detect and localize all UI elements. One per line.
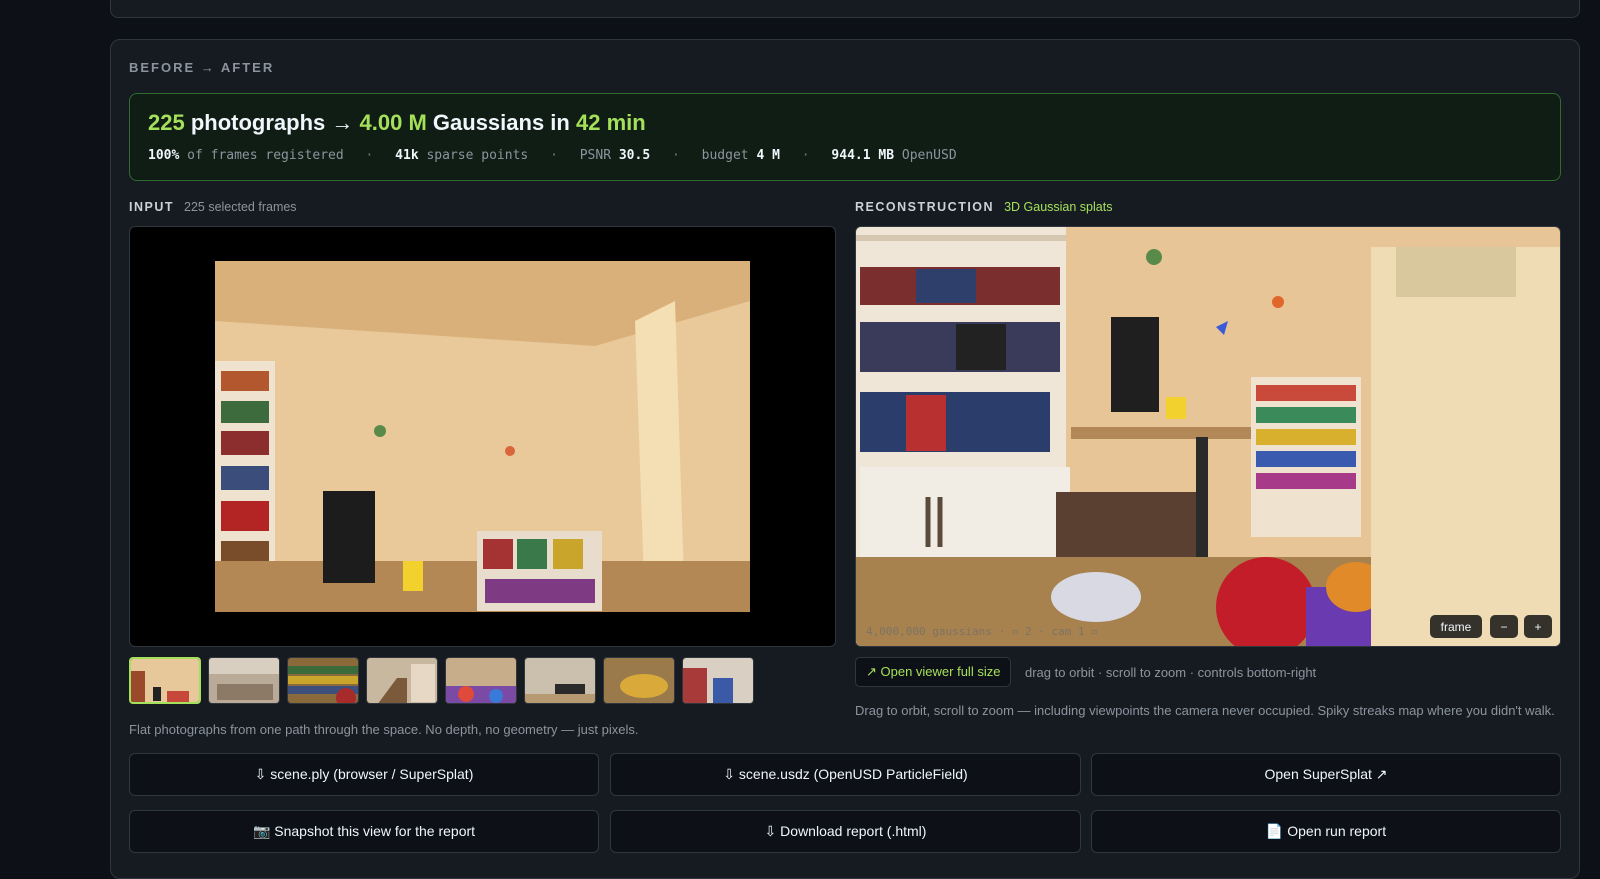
thumbnail-strip — [129, 657, 754, 704]
thumbnail[interactable] — [366, 657, 438, 704]
download-ply-button[interactable]: ⇩ scene.ply (browser / SuperSplat) — [129, 753, 599, 796]
thumbnail-image — [131, 659, 199, 702]
thumbnail-image — [683, 658, 753, 703]
registered-value: 100% — [148, 148, 180, 163]
reconstruction-title: RECONSTRUCTION — [855, 200, 995, 214]
frame-button[interactable]: frame — [1430, 615, 1482, 638]
reconstruction-sublabel: 3D Gaussian splats — [1004, 200, 1113, 214]
reconstruction-caption: Drag to orbit, scroll to zoom — includin… — [855, 703, 1555, 718]
thumbnail[interactable] — [208, 657, 280, 704]
stat-separator: · — [672, 148, 680, 163]
points-value: 41k — [395, 148, 419, 163]
section-label: BEFORE → AFTER — [129, 60, 275, 75]
thumbnail-image — [288, 658, 358, 703]
room-photo-image — [215, 261, 750, 612]
input-photo — [215, 261, 750, 612]
stat-separator: · — [550, 148, 558, 163]
input-title: INPUT — [129, 200, 174, 214]
summary-stats: 100% of frames registered · 41k sparse p… — [148, 148, 957, 163]
psnr-value: 30.5 — [618, 148, 651, 163]
zoom-in-button[interactable]: + — [1524, 615, 1552, 638]
open-supersplat-button[interactable]: Open SuperSplat ↗ — [1091, 753, 1561, 796]
size-label: OpenUSD — [901, 148, 957, 163]
thumbnail[interactable] — [129, 657, 201, 704]
points-label: sparse points — [426, 148, 529, 163]
gaussians-count: 4.00 M — [359, 110, 427, 135]
thumbnail[interactable] — [682, 657, 754, 704]
budget-value: 4 M — [756, 148, 780, 163]
photos-word: photographs → — [190, 110, 354, 135]
registered-label: of frames registered — [187, 148, 344, 163]
input-label: INPUT 225 selected frames — [129, 200, 297, 214]
thumbnail-image — [525, 658, 595, 703]
snapshot-button[interactable]: 📷 Snapshot this view for the report — [129, 810, 599, 853]
input-sublabel: 225 selected frames — [184, 200, 297, 214]
budget-label: budget — [701, 148, 749, 163]
previous-card — [110, 0, 1580, 18]
gaussians-word: Gaussians in — [432, 110, 570, 135]
photos-count: 225 — [148, 110, 185, 135]
thumbnail[interactable] — [445, 657, 517, 704]
stat-separator: · — [801, 148, 810, 163]
summary-banner: 225 photographs → 4.00 M Gaussians in 42… — [129, 93, 1561, 181]
viewer-stats-overlay: 4,000,000 gaussians · ▫ 2 · cam 1 ▫ — [866, 625, 1098, 638]
thumbnail-image — [209, 658, 279, 703]
download-usdz-button[interactable]: ⇩ scene.usdz (OpenUSD ParticleField) — [610, 753, 1081, 796]
thumbnail-image — [367, 658, 437, 703]
viewer-hint: drag to orbit · scroll to zoom · control… — [1025, 665, 1317, 680]
splat-render-image — [856, 227, 1560, 646]
size-value: 944.1 MB — [831, 148, 895, 163]
thumbnail[interactable] — [524, 657, 596, 704]
zoom-out-button[interactable]: − — [1490, 615, 1518, 638]
thumbnail-image — [604, 658, 674, 703]
download-report-button[interactable]: ⇩ Download report (.html) — [610, 810, 1081, 853]
input-frame-viewer — [129, 226, 836, 647]
open-run-report-button[interactable]: 📄 Open run report — [1091, 810, 1561, 853]
reconstruction-label: RECONSTRUCTION 3D Gaussian splats — [855, 200, 1112, 214]
thumbnail[interactable] — [603, 657, 675, 704]
open-viewer-button[interactable]: ↗ Open viewer full size — [855, 657, 1012, 687]
duration: 42 min — [575, 110, 646, 135]
summary-headline: 225 photographs → 4.00 M Gaussians in 42… — [148, 110, 646, 136]
thumbnail[interactable] — [287, 657, 359, 704]
thumbnail-image — [446, 658, 516, 703]
psnr-label: PSNR — [579, 148, 612, 163]
input-caption: Flat photographs from one path through t… — [129, 722, 639, 737]
splat-viewer[interactable]: 4,000,000 gaussians · ▫ 2 · cam 1 ▫ fram… — [855, 226, 1561, 647]
stat-separator: · — [365, 148, 374, 163]
